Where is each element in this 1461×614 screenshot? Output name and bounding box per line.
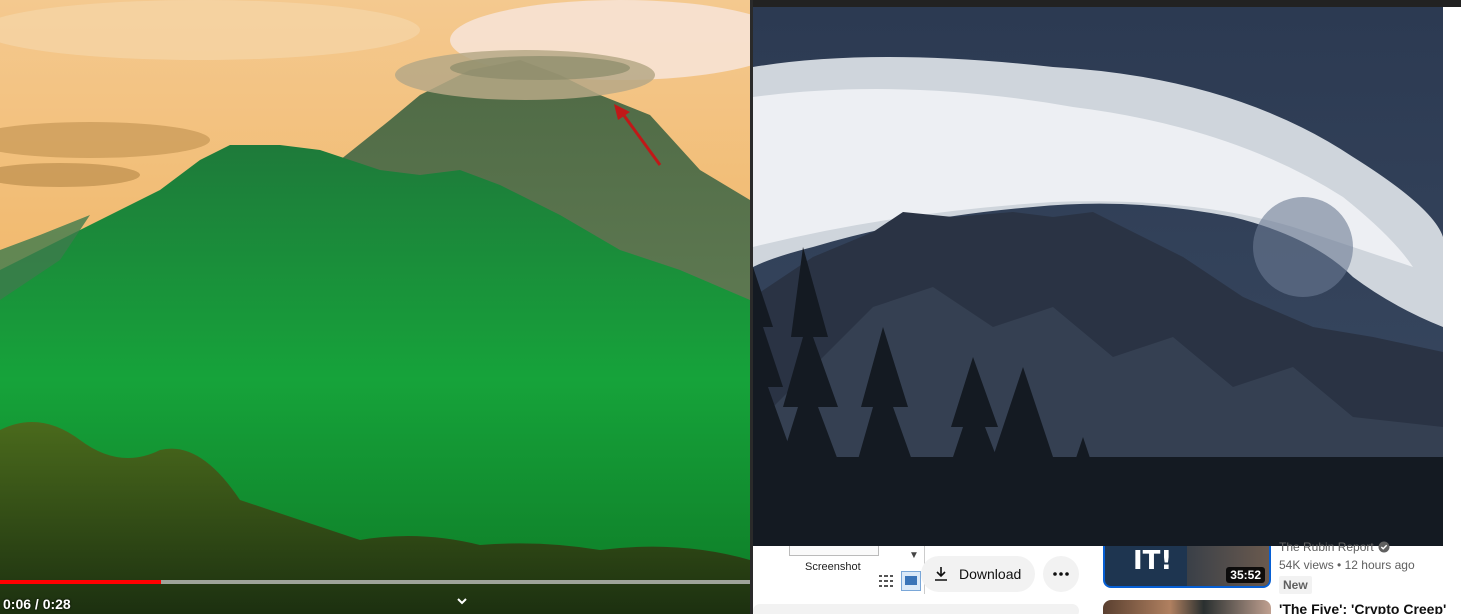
- video-player[interactable]: 0:06 / 0:28: [0, 0, 750, 614]
- rec-video-title-2[interactable]: 'The Five': 'Crypto Creep': [1279, 601, 1446, 614]
- more-horiz-icon: [1053, 572, 1069, 576]
- browser-pane: Screenshot ▼ Download IT! 35:52 The Rubi…: [753, 0, 1461, 614]
- top-bar: [753, 0, 1461, 7]
- rec-video-thumbnail[interactable]: IT! 35:52: [1103, 546, 1271, 588]
- separator-dot: •: [1337, 558, 1345, 572]
- popup-label: Screenshot: [805, 561, 861, 573]
- rec-video-meta[interactable]: The Rubin Report 54K views • 12 hours ag…: [1279, 540, 1461, 594]
- download-icon: [935, 567, 947, 581]
- channel-name[interactable]: The Rubin Report: [1279, 540, 1374, 554]
- new-badge: New: [1279, 576, 1312, 594]
- description-box[interactable]: [753, 604, 1079, 614]
- rec-video-thumbnail-2[interactable]: [1103, 600, 1271, 614]
- screenshot-popup[interactable]: Screenshot ▼: [753, 546, 925, 594]
- channel-name-row: The Rubin Report: [1279, 540, 1461, 554]
- thumbnail-text: IT!: [1133, 546, 1173, 576]
- mountain-cloud-image: [753, 7, 1443, 546]
- more-actions-button[interactable]: [1043, 556, 1079, 592]
- details-view-icon[interactable]: [879, 574, 897, 588]
- thumbnail-view-icon[interactable]: [901, 571, 921, 591]
- upload-age: 12 hours ago: [1344, 558, 1415, 572]
- popup-scroll-down-icon[interactable]: ▼: [909, 550, 919, 561]
- popup-thumbnail: [789, 546, 879, 556]
- progress-bar[interactable]: [0, 580, 750, 584]
- view-count: 54K views: [1279, 558, 1334, 572]
- chevron-down-icon[interactable]: [455, 594, 469, 608]
- download-button[interactable]: Download: [921, 556, 1035, 592]
- progress-played: [0, 580, 161, 584]
- download-label: Download: [959, 566, 1022, 582]
- video-frame: [0, 0, 750, 614]
- video-stats: 54K views • 12 hours ago: [1279, 558, 1461, 572]
- time-display: 0:06 / 0:28: [3, 596, 71, 612]
- verified-icon: [1378, 541, 1390, 553]
- view-toggle: [879, 570, 923, 592]
- duration-badge: 35:52: [1226, 567, 1265, 583]
